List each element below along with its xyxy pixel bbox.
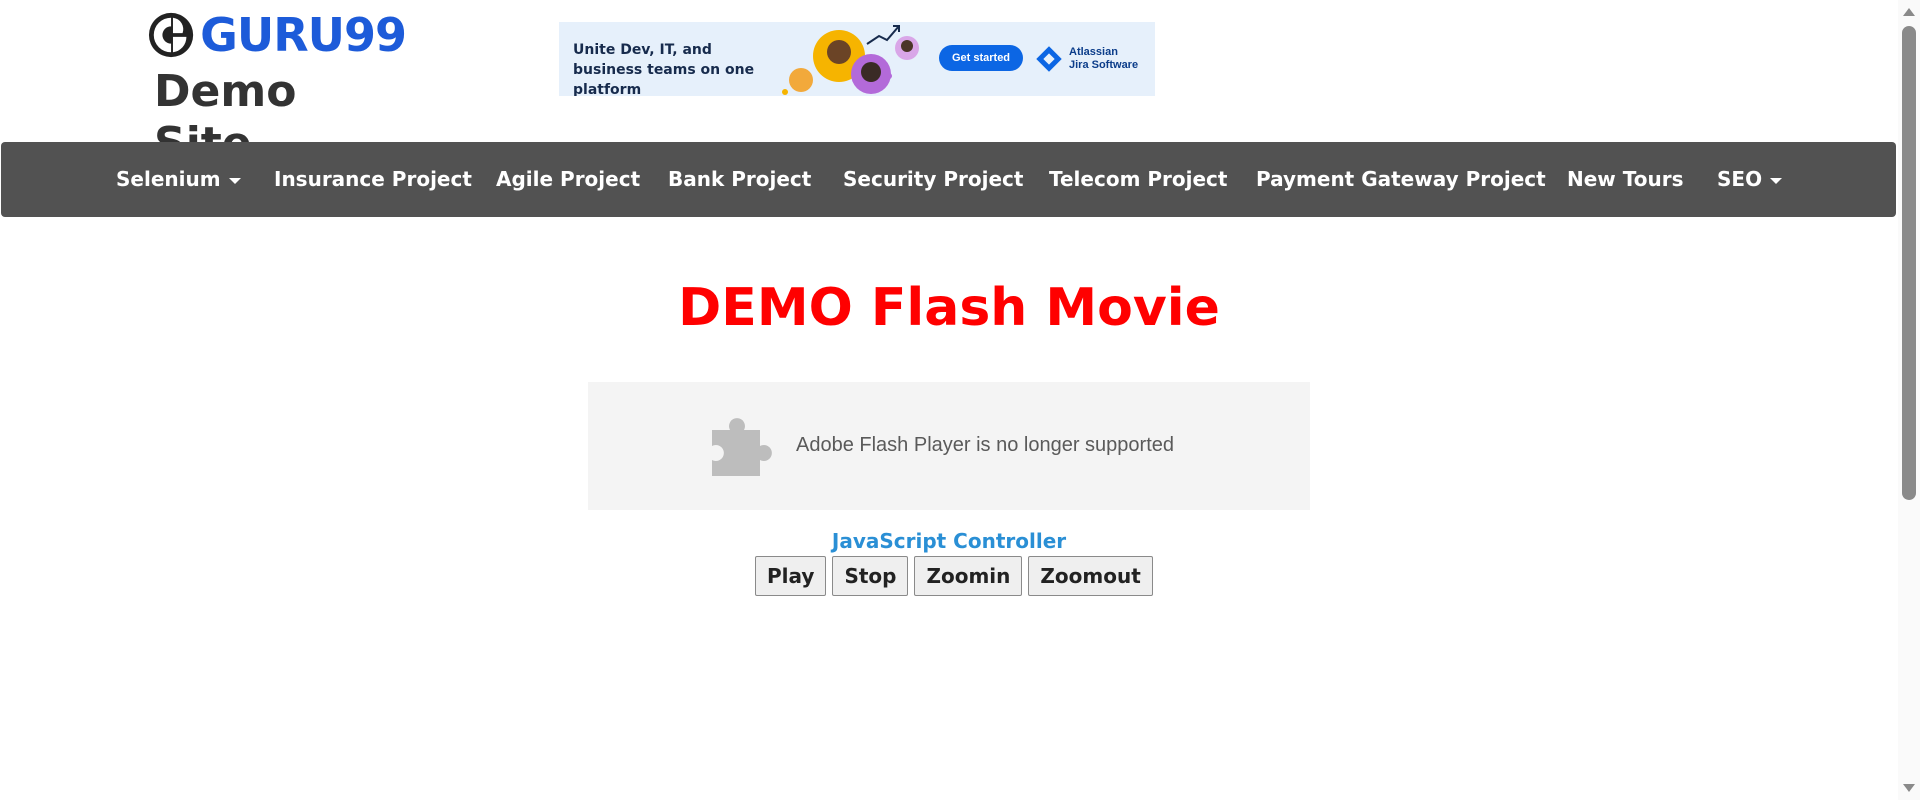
- page-title: DEMO Flash Movie: [678, 278, 1220, 338]
- nav-item-selenium[interactable]: Selenium: [116, 142, 241, 217]
- main-navbar: Selenium Insurance Project Agile Project…: [1, 142, 1896, 217]
- caret-down-icon: [1770, 177, 1783, 184]
- nav-item-label: Insurance Project: [274, 167, 472, 191]
- nav-item-new-tours[interactable]: New Tours: [1567, 142, 1683, 217]
- ad-headline: Unite Dev, IT, and business teams on one…: [573, 42, 755, 96]
- nav-item-label: Telecom Project: [1049, 167, 1228, 191]
- ad-banner[interactable]: Unite Dev, IT, and business teams on one…: [559, 22, 1155, 96]
- ad-illustration: [782, 25, 919, 95]
- ad-brand-line2: Jira Software: [1069, 59, 1139, 71]
- play-button[interactable]: Play: [755, 556, 827, 596]
- nav-item-payment-gateway-project[interactable]: Payment Gateway Project: [1256, 142, 1546, 217]
- flash-plugin-placeholder: Adobe Flash Player is no longer supporte…: [588, 382, 1310, 510]
- nav-item-label: Payment Gateway Project: [1256, 167, 1546, 191]
- nav-item-seo[interactable]: SEO: [1717, 142, 1783, 217]
- vertical-scrollbar[interactable]: [1898, 0, 1920, 800]
- nav-item-label: New Tours: [1567, 167, 1684, 191]
- guru99-logo[interactable]: GURU99: [148, 6, 407, 64]
- nav-item-security-project[interactable]: Security Project: [843, 142, 1023, 217]
- nav-item-label: Agile Project: [496, 167, 641, 191]
- ad-brand-line1: Atlassian: [1069, 46, 1118, 58]
- ad-brand-text: Atlassian Jira Software: [1069, 46, 1138, 72]
- nav-item-label: Security Project: [843, 167, 1024, 191]
- nav-item-label: Bank Project: [668, 167, 812, 191]
- caret-down-icon: [228, 177, 241, 184]
- guru99-logo-icon: [148, 12, 194, 58]
- movie-controls: Play Stop Zoomin Zoomout: [755, 556, 1159, 596]
- ad-brand: Atlassian Jira Software: [1035, 42, 1151, 76]
- zoomin-button[interactable]: Zoomin: [914, 556, 1023, 596]
- scrollbar-thumb[interactable]: [1902, 26, 1916, 500]
- puzzle-plugin-icon: [712, 418, 772, 476]
- flash-unsupported-message: Adobe Flash Player is no longer supporte…: [796, 434, 1175, 456]
- nav-item-telecom-project[interactable]: Telecom Project: [1049, 142, 1227, 217]
- ad-get-started-button[interactable]: Get started: [939, 45, 1023, 71]
- scroll-up-arrow-icon[interactable]: [1903, 8, 1915, 16]
- site-header: GURU99 Demo Site Unite Dev, IT, and busi…: [0, 0, 1898, 169]
- jira-diamond-icon: [1036, 46, 1062, 72]
- scroll-down-arrow-icon[interactable]: [1903, 784, 1915, 792]
- logo-text: GURU99: [200, 8, 407, 62]
- nav-item-bank-project[interactable]: Bank Project: [668, 142, 811, 217]
- nav-item-label: Selenium: [116, 167, 221, 191]
- nav-item-agile-project[interactable]: Agile Project: [496, 142, 640, 217]
- stop-button[interactable]: Stop: [832, 556, 909, 596]
- nav-item-insurance-project[interactable]: Insurance Project: [274, 142, 472, 217]
- javascript-controller-label: JavaScript Controller: [831, 529, 1067, 553]
- zoomout-button[interactable]: Zoomout: [1028, 556, 1153, 596]
- nav-item-label: SEO: [1717, 167, 1763, 191]
